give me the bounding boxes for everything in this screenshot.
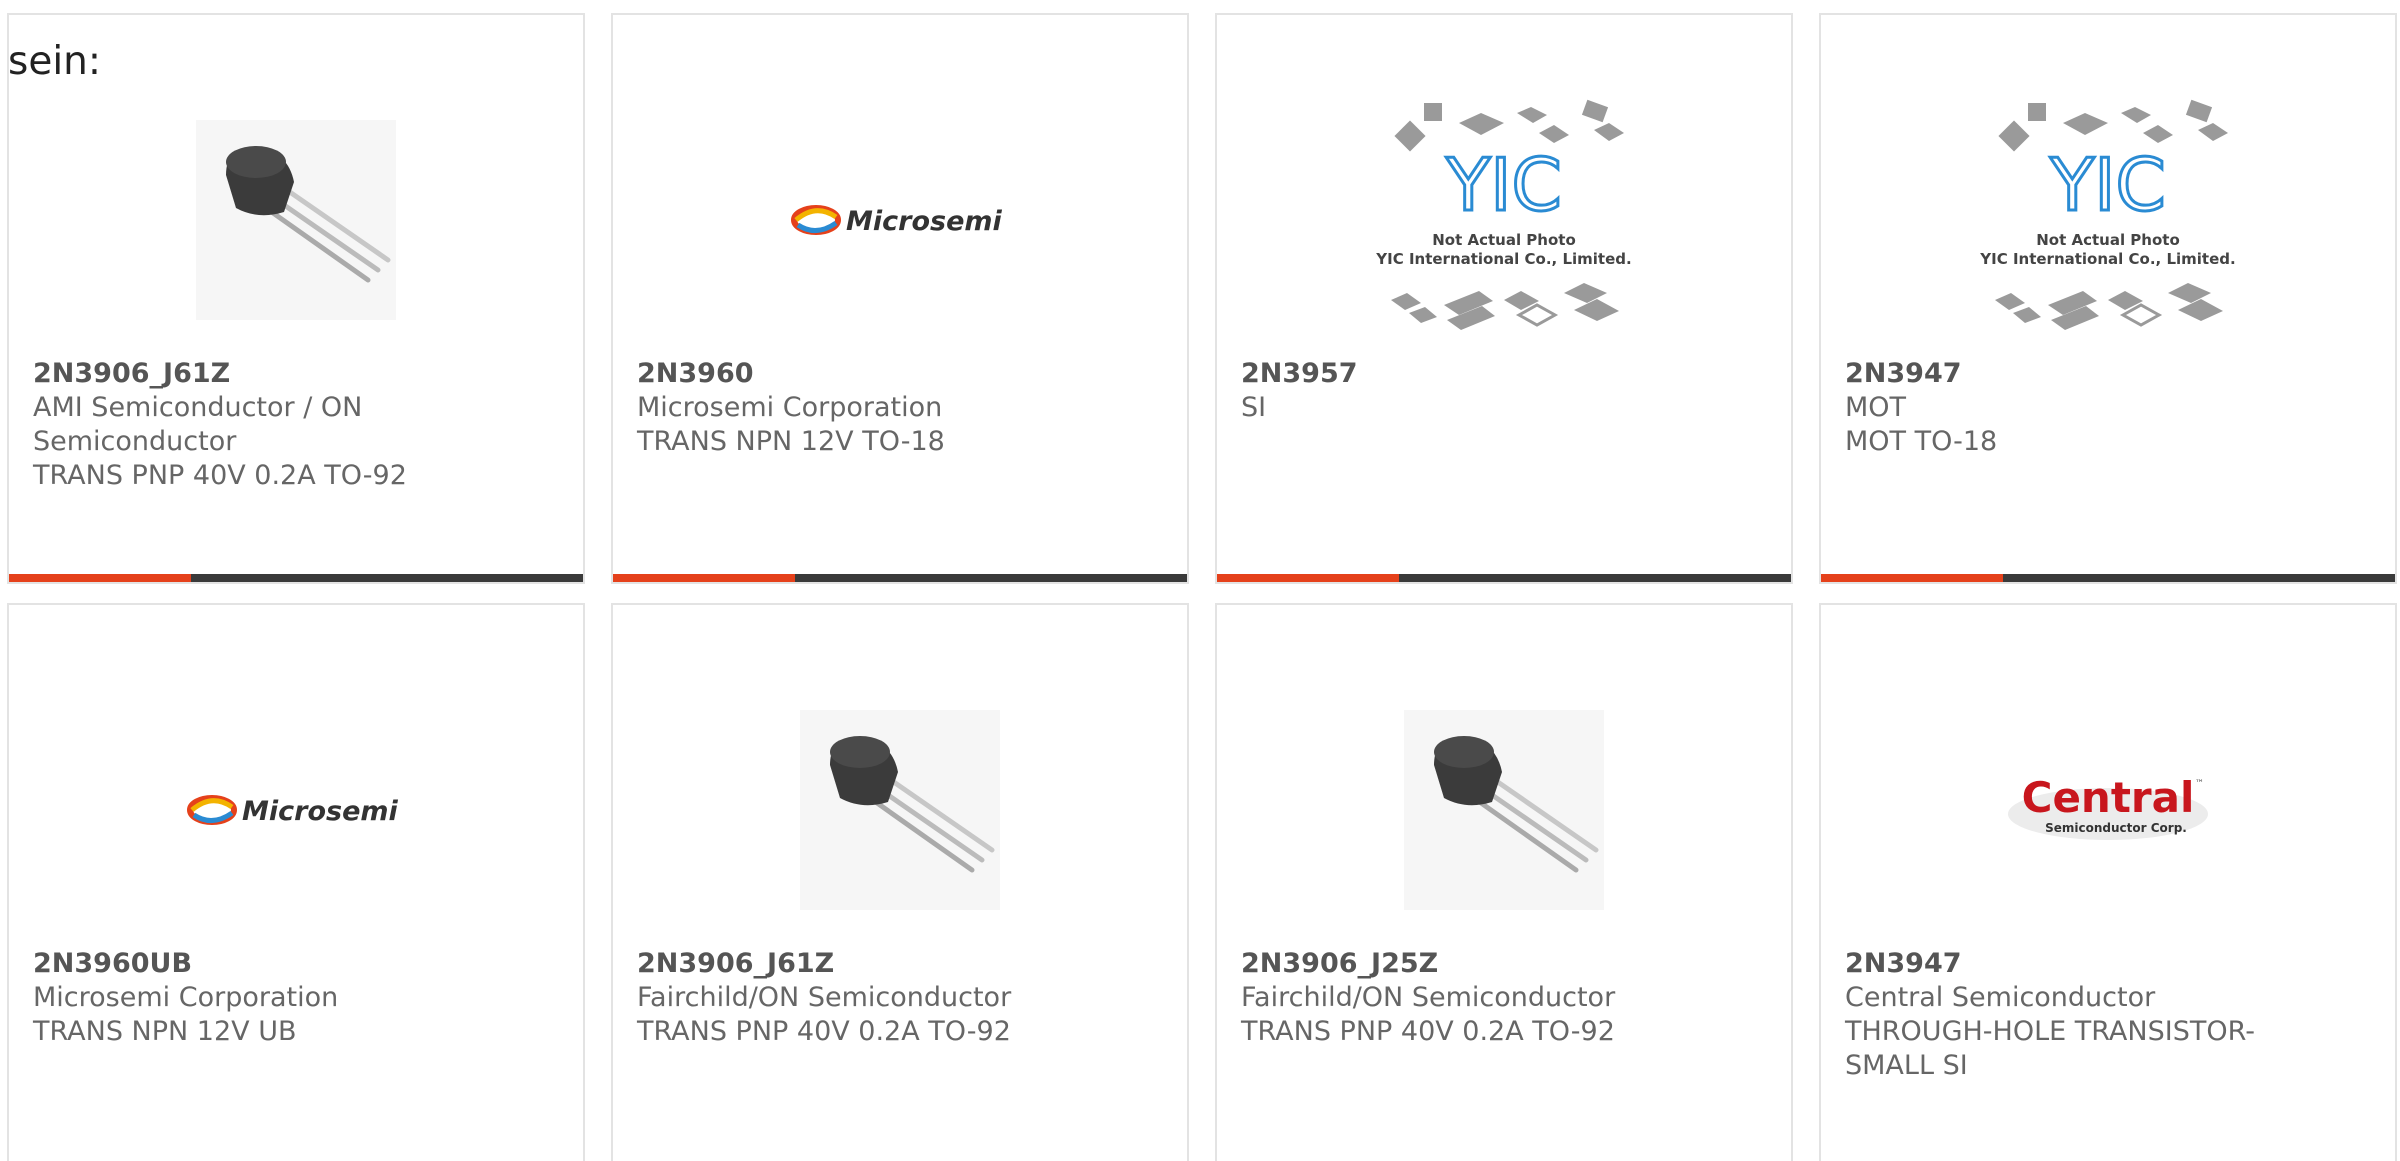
product-card[interactable]: YIC Not Actual Photo YIC International C…: [1215, 13, 1793, 584]
description: TRANS NPN 12V UB: [33, 1016, 297, 1047]
product-image[interactable]: [1217, 665, 1791, 955]
product-card[interactable]: Microsemi 2N3960 Microsemi Corporation T…: [611, 13, 1189, 584]
product-image[interactable]: [9, 75, 583, 365]
product-card[interactable]: 2N3906_J25Z Fairchild/ON Semiconductor T…: [1215, 603, 1793, 1161]
product-image[interactable]: [613, 665, 1187, 955]
description: TRANS NPN 12V TO-18: [637, 426, 945, 457]
manufacturer: Microsemi Corporation: [33, 982, 339, 1013]
description: MOT TO-18: [1845, 426, 1998, 457]
manufacturer: Central Semiconductor: [1845, 982, 2156, 1013]
svg-text:YIC International Co., Limited: YIC International Co., Limited.: [1979, 250, 2235, 268]
manufacturer: MOT: [1845, 392, 1907, 423]
product-grid-page: sein: 2N3906_J61Z AMI Semiconductor / ON…: [0, 0, 2400, 1161]
product-card[interactable]: 2N3906_J61Z Fairchild/ON Semiconductor T…: [611, 603, 1189, 1161]
description: TRANS PNP 40V 0.2A TO-92: [637, 1016, 1011, 1047]
product-info: 2N3947 Central Semiconductor THROUGH-HOL…: [1845, 947, 2265, 1083]
svg-text:Central: Central: [2022, 773, 2195, 822]
microsemi-logo: Microsemi: [187, 795, 399, 827]
product-image[interactable]: Microsemi: [613, 75, 1187, 365]
part-number[interactable]: 2N3957: [1241, 357, 1661, 391]
manufacturer: SI: [1241, 392, 1267, 423]
yic-placeholder-image: YIC Not Actual Photo YIC International C…: [1979, 99, 2236, 330]
product-info: 2N3957 SI: [1241, 357, 1661, 425]
description: THROUGH-HOLE TRANSISTOR-SMALL SI: [1845, 1016, 2255, 1081]
manufacturer: Fairchild/ON Semiconductor: [1241, 982, 1616, 1013]
manufacturer: Microsemi Corporation: [637, 392, 943, 423]
card-accent-bar: [1217, 574, 1399, 582]
central-semiconductor-logo: Central ™ Semiconductor Corp.: [2008, 773, 2208, 840]
product-info: 2N3947 MOT MOT TO-18: [1845, 357, 2265, 459]
svg-text:YIC: YIC: [1445, 143, 1562, 227]
card-bottom-bar: [9, 574, 583, 582]
svg-text:YIC International Co., Limited: YIC International Co., Limited.: [1375, 250, 1631, 268]
part-number[interactable]: 2N3906_J25Z: [1241, 947, 1661, 981]
product-image[interactable]: Central ™ Semiconductor Corp.: [1821, 665, 2395, 955]
description: TRANS PNP 40V 0.2A TO-92: [33, 460, 407, 491]
product-info: 2N3960 Microsemi Corporation TRANS NPN 1…: [637, 357, 1057, 459]
manufacturer: Fairchild/ON Semiconductor: [637, 982, 1012, 1013]
yic-placeholder-image: YIC Not Actual Photo YIC International C…: [1375, 99, 1632, 330]
product-card[interactable]: 2N3906_J61Z AMI Semiconductor / ON Semic…: [7, 13, 585, 584]
to92-transistor-image: [196, 120, 396, 320]
part-number[interactable]: 2N3947: [1845, 357, 2265, 391]
product-image[interactable]: YIC Not Actual Photo YIC International C…: [1217, 75, 1791, 365]
product-card[interactable]: Microsemi 2N3960UB Microsemi Corporation…: [7, 603, 585, 1161]
svg-text:Not Actual Photo: Not Actual Photo: [2036, 231, 2180, 249]
svg-text:™: ™: [2195, 779, 2204, 789]
part-number[interactable]: 2N3906_J61Z: [637, 947, 1057, 981]
part-number[interactable]: 2N3960: [637, 357, 1057, 391]
manufacturer: AMI Semiconductor / ON Semiconductor: [33, 392, 363, 457]
card-accent-bar: [9, 574, 191, 582]
svg-text:Microsemi: Microsemi: [846, 206, 1003, 237]
product-card[interactable]: Central ™ Semiconductor Corp. 2N3947 Cen…: [1819, 603, 2397, 1161]
card-bottom-bar: [613, 574, 1187, 582]
card-bottom-bar: [1821, 574, 2395, 582]
description: TRANS PNP 40V 0.2A TO-92: [1241, 1016, 1615, 1047]
part-number[interactable]: 2N3947: [1845, 947, 2265, 981]
svg-text:Semiconductor Corp.: Semiconductor Corp.: [2045, 821, 2187, 835]
product-image[interactable]: Microsemi: [9, 665, 583, 955]
svg-text:YIC: YIC: [2049, 143, 2166, 227]
card-accent-bar: [613, 574, 795, 582]
part-number[interactable]: 2N3960UB: [33, 947, 453, 981]
part-number[interactable]: 2N3906_J61Z: [33, 357, 453, 391]
card-accent-bar: [1821, 574, 2003, 582]
svg-text:Microsemi: Microsemi: [242, 796, 399, 827]
intro-text: sein:: [8, 39, 102, 84]
product-info: 2N3906_J25Z Fairchild/ON Semiconductor T…: [1241, 947, 1661, 1049]
to92-transistor-image: [1404, 710, 1604, 910]
product-card[interactable]: YIC Not Actual Photo YIC International C…: [1819, 13, 2397, 584]
microsemi-logo: Microsemi: [791, 205, 1003, 237]
to92-transistor-image: [800, 710, 1000, 910]
product-info: 2N3960UB Microsemi Corporation TRANS NPN…: [33, 947, 453, 1049]
product-info: 2N3906_J61Z Fairchild/ON Semiconductor T…: [637, 947, 1057, 1049]
svg-text:Not Actual Photo: Not Actual Photo: [1432, 231, 1576, 249]
product-image[interactable]: YIC Not Actual Photo YIC International C…: [1821, 75, 2395, 365]
product-info: 2N3906_J61Z AMI Semiconductor / ON Semic…: [33, 357, 453, 493]
card-bottom-bar: [1217, 574, 1791, 582]
